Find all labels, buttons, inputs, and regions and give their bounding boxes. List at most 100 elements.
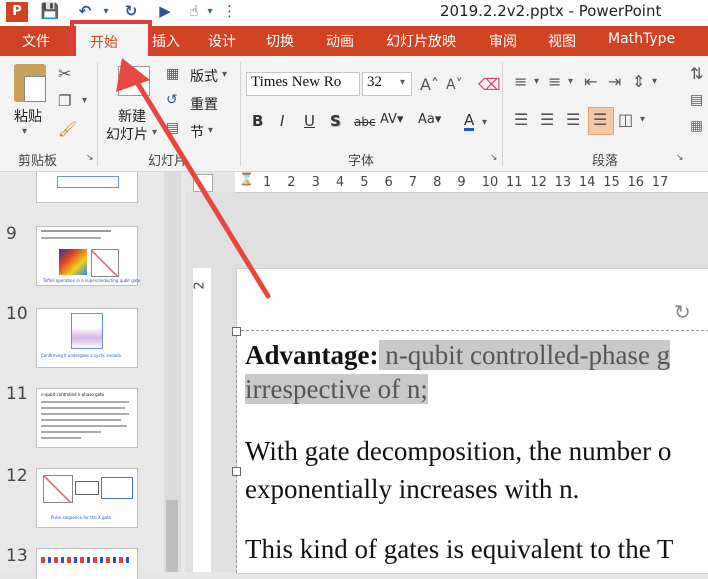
slide-thumbnail[interactable] (36, 172, 138, 203)
bullets-dropdown-icon[interactable]: ▾ (534, 76, 539, 87)
underline-icon[interactable]: U (304, 112, 315, 130)
numbering-dropdown-icon[interactable]: ▾ (568, 76, 573, 87)
reset-icon[interactable]: ↺ (166, 92, 178, 108)
separator (97, 62, 98, 166)
tab-mathtype[interactable]: MathType (608, 31, 675, 51)
text-shadow-icon[interactable]: S (330, 112, 341, 130)
slide-thumbnail[interactable]: n-qubit controlled n-phase gate (36, 388, 138, 448)
slide-text-line[interactable]: Advantage: n-qubit controlled-phase g (245, 340, 671, 371)
change-case-icon[interactable]: Aa▾ (418, 112, 441, 127)
thumbnail-caption: n-qubit controlled n-phase gate (41, 392, 105, 397)
touch-mode-icon[interactable]: ☝ (184, 2, 204, 22)
ruler-tick: 4 (335, 175, 345, 190)
layout-dropdown-icon[interactable]: ▾ (222, 69, 227, 80)
italic-icon[interactable]: I (280, 112, 284, 130)
resize-handle[interactable] (232, 467, 241, 476)
section-icon[interactable]: ▤ (166, 120, 179, 136)
copy-icon[interactable]: ❐ (58, 92, 71, 110)
font-size-dropdown-icon[interactable]: ▾ (400, 77, 405, 88)
tab-file[interactable]: 文件 (22, 31, 50, 51)
paragraph-launcher-icon[interactable]: ↘ (676, 153, 684, 163)
decrease-indent-icon[interactable]: ⇤ (584, 72, 597, 91)
line-spacing-icon[interactable]: ⇕ (632, 72, 645, 91)
strikethrough-icon[interactable]: abc (354, 115, 376, 129)
ruler-tick: 9 (457, 175, 466, 190)
tab-insert[interactable]: 插入 (152, 31, 180, 51)
font-color-icon[interactable]: A (464, 112, 475, 131)
shrink-font-icon[interactable]: A˅ (446, 77, 463, 93)
clear-formatting-icon[interactable]: ⌫ (478, 75, 501, 94)
indent-marker-icon[interactable]: ⌛ (239, 172, 254, 186)
char-spacing-icon[interactable]: AV▾ (380, 112, 403, 127)
redo-icon[interactable]: ↻ (120, 2, 142, 22)
increase-indent-icon[interactable]: ⇥ (608, 72, 621, 91)
bullets-icon[interactable]: ≡ (514, 72, 527, 91)
clipboard-launcher-icon[interactable]: ↘ (86, 153, 94, 163)
align-right-icon[interactable]: ☰ (566, 110, 580, 129)
ruler-tick: 7 (408, 175, 418, 190)
font-name-input[interactable]: Times New Ro (246, 72, 360, 96)
ruler-tick: 16 (627, 175, 645, 190)
clipboard-group-label: 剪贴板 (18, 154, 58, 169)
tab-animations[interactable]: 动画 (326, 31, 354, 51)
new-slide-icon[interactable] (118, 66, 150, 96)
undo-icon[interactable]: ↶ (74, 2, 96, 22)
paste-button[interactable]: 粘贴 (14, 106, 42, 126)
grow-font-icon[interactable]: A˄ (420, 75, 439, 94)
bold-icon[interactable]: B (252, 112, 263, 130)
ruler-tick: 5 (360, 175, 369, 190)
columns-icon[interactable]: ◫ (618, 110, 633, 129)
tab-review[interactable]: 审阅 (489, 31, 517, 51)
justify-button[interactable]: ☰ (588, 107, 614, 135)
font-launcher-icon[interactable]: ↘ (490, 153, 498, 163)
smartart-icon[interactable]: ▦ (690, 118, 703, 134)
paste-dropdown-icon[interactable]: ▾ (22, 126, 27, 137)
scrollbar-thumb[interactable] (166, 500, 178, 572)
thumbnail-caption: Confirming Il undergoes a cyclic evoluti… (41, 353, 121, 358)
format-painter-icon[interactable]: 🖌 (58, 120, 77, 138)
separator (502, 62, 503, 166)
ruler-tick: 11 (506, 175, 523, 190)
slide-text-line[interactable]: This kind of gates is equivalent to the … (245, 534, 673, 565)
tab-slideshow[interactable]: 幻灯片放映 (386, 31, 456, 51)
touch-dropdown-icon[interactable]: ▾ (204, 6, 216, 26)
layout-icon[interactable]: ▦ (166, 66, 179, 82)
numbering-icon[interactable]: ≡ (548, 72, 561, 91)
section-dropdown-icon[interactable]: ▾ (208, 125, 213, 136)
slide-thumbnail[interactable]: Confirming Il undergoes a cyclic evoluti… (36, 308, 138, 368)
vertical-ruler[interactable] (193, 268, 211, 572)
paragraph-group-label: 段落 (592, 154, 619, 169)
slide-number: 9 (6, 224, 17, 244)
align-text-icon[interactable]: ▤ (690, 92, 703, 108)
slide-text-line[interactable]: exponentially increases with n. (245, 474, 579, 505)
new-slide-dropdown-icon[interactable]: ▾ (152, 127, 157, 138)
cut-icon[interactable]: ✂ (58, 64, 71, 83)
save-icon[interactable]: 💾 (40, 2, 60, 22)
slide-thumbnail[interactable] (36, 548, 138, 579)
new-slide-label-1[interactable]: 新建 (118, 106, 146, 126)
slide-text-line[interactable]: With gate decomposition, the number o (245, 436, 671, 467)
present-icon[interactable]: ▶ (154, 2, 176, 22)
slide-thumbnail[interactable]: Toffoli operation in a superconducting q… (36, 226, 140, 286)
copy-dropdown-icon[interactable]: ▾ (82, 95, 87, 106)
text-direction-icon[interactable]: ⇅ (690, 64, 703, 83)
tab-design[interactable]: 设计 (208, 31, 236, 51)
customize-icon[interactable]: ⋮ (222, 2, 237, 22)
reset-button[interactable]: 重置 (190, 94, 218, 114)
align-left-icon[interactable]: ☰ (514, 110, 528, 129)
line-spacing-dropdown-icon[interactable]: ▾ (652, 76, 657, 87)
columns-dropdown-icon[interactable]: ▾ (640, 114, 645, 125)
section-button[interactable]: 节 (190, 122, 204, 142)
ruler-tick: 17 (651, 175, 669, 190)
new-slide-label-2[interactable]: 幻灯片 (106, 124, 148, 144)
rotate-handle-icon[interactable]: ↻ (674, 300, 691, 324)
align-center-icon[interactable]: ☰ (540, 110, 554, 129)
font-color-dropdown-icon[interactable]: ▾ (482, 117, 487, 128)
slide-thumbnail[interactable]: Pulse sequence for the X gate (36, 468, 138, 528)
slide-text-line[interactable]: irrespective of n; (245, 374, 428, 405)
tab-view[interactable]: 视图 (548, 31, 576, 51)
paste-icon[interactable] (14, 64, 46, 102)
resize-handle[interactable] (232, 327, 241, 336)
layout-button[interactable]: 版式 (190, 66, 218, 86)
tab-transitions[interactable]: 切换 (266, 31, 294, 51)
